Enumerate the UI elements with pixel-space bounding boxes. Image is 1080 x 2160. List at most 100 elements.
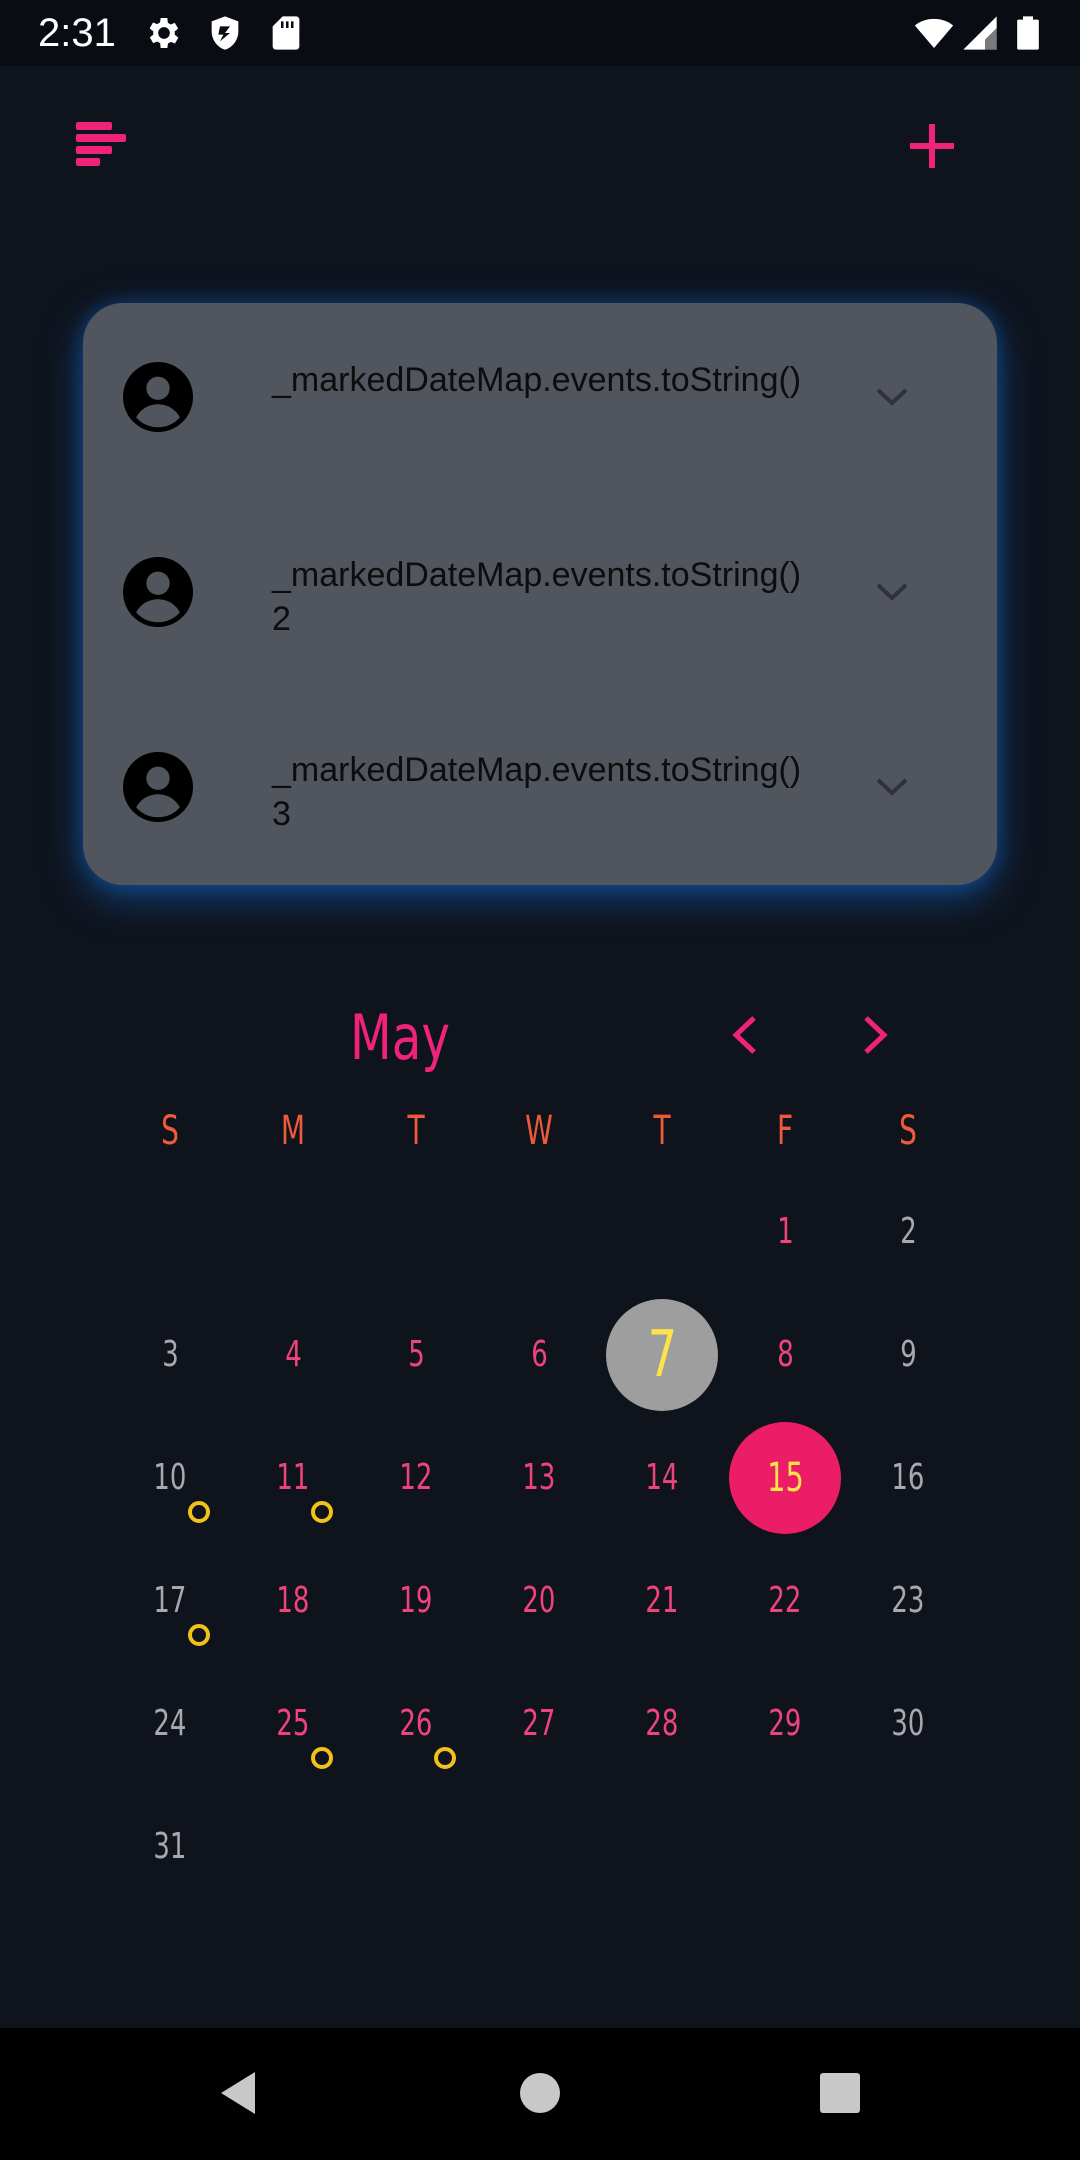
calendar-day[interactable]: 23	[847, 1540, 969, 1662]
status-bar: 2:31	[0, 0, 1080, 66]
calendar-day-number: 13	[522, 1457, 556, 1498]
calendar-day[interactable]: 31	[109, 1786, 231, 1908]
calendar-day[interactable]: 22	[724, 1540, 846, 1662]
weekday-label: S	[161, 1108, 179, 1154]
status-time: 2:31	[38, 11, 116, 55]
calendar-day-number: 15	[766, 1455, 804, 1501]
previous-month-icon[interactable]	[722, 1010, 768, 1060]
calendar-day-number: 1	[776, 1211, 794, 1252]
calendar-day-number: 24	[153, 1703, 187, 1744]
calendar-day-number: 5	[407, 1334, 425, 1375]
calendar-day[interactable]: 20	[478, 1540, 600, 1662]
events-card: _markedDateMap.events.toString() _marked…	[83, 303, 997, 885]
calendar-day-number: 9	[899, 1334, 917, 1375]
calendar-day-number: 17	[153, 1580, 187, 1621]
event-marker-dot	[311, 1747, 333, 1769]
chevron-down-icon[interactable]	[873, 577, 911, 607]
calendar-day-number: 3	[161, 1334, 179, 1375]
event-marker-dot	[311, 1501, 333, 1523]
event-item[interactable]: _markedDateMap.events.toString()3	[83, 720, 997, 880]
event-title: _markedDateMap.events.toString()3	[272, 751, 802, 833]
account-circle-icon	[123, 362, 193, 432]
calendar-day-number: 20	[522, 1580, 556, 1621]
calendar-day-number: 10	[153, 1457, 187, 1498]
weekday-label: W	[525, 1108, 553, 1154]
event-title: _markedDateMap.events.toString()	[272, 361, 802, 399]
calendar-day[interactable]: 29	[724, 1663, 846, 1785]
event-marker-dot	[188, 1624, 210, 1646]
calendar-day-number: 25	[276, 1703, 310, 1744]
signal-icon	[960, 13, 1000, 53]
calendar-day[interactable]: 6	[478, 1294, 600, 1416]
chevron-down-icon[interactable]	[873, 382, 911, 412]
back-icon[interactable]	[215, 2068, 265, 2118]
event-marker-dot	[434, 1747, 456, 1769]
calendar-day-number: 28	[645, 1703, 679, 1744]
calendar-day[interactable]: 18	[232, 1540, 354, 1662]
calendar-day-number: 4	[284, 1334, 302, 1375]
calendar-day[interactable]: 21	[601, 1540, 723, 1662]
weekday-label: M	[280, 1108, 306, 1154]
calendar-day-number: 7	[647, 1318, 677, 1392]
calendar-day[interactable]: 12	[355, 1417, 477, 1539]
calendar-day[interactable]: 17	[109, 1540, 231, 1662]
calendar-day[interactable]: 13	[478, 1417, 600, 1539]
next-month-icon[interactable]	[852, 1010, 898, 1060]
account-circle-icon	[123, 557, 193, 627]
battery-icon	[1008, 13, 1048, 53]
weekday-label: T	[407, 1108, 425, 1154]
calendar-day-number: 2	[899, 1211, 917, 1252]
calendar-day[interactable]: 19	[355, 1540, 477, 1662]
calendar-day-number: 6	[530, 1334, 548, 1375]
calendar-day-number: 14	[645, 1457, 679, 1498]
calendar-day[interactable]: 11	[232, 1417, 354, 1539]
calendar-day[interactable]: 25	[232, 1663, 354, 1785]
calendar-day[interactable]: 1	[724, 1171, 846, 1293]
calendar-day-number: 19	[399, 1580, 433, 1621]
plus-icon[interactable]	[900, 114, 964, 178]
calendar-day-number: 21	[645, 1580, 679, 1621]
calendar-day[interactable]: 5	[355, 1294, 477, 1416]
calendar-day-today[interactable]: 7	[606, 1299, 718, 1411]
calendar-day[interactable]: 24	[109, 1663, 231, 1785]
event-title: _markedDateMap.events.toString()2	[272, 556, 802, 638]
calendar-day-number: 30	[891, 1703, 925, 1744]
calendar-day-number: 11	[276, 1457, 310, 1498]
calendar-day[interactable]: 9	[847, 1294, 969, 1416]
calendar-day-number: 12	[399, 1457, 433, 1498]
calendar-day[interactable]: 16	[847, 1417, 969, 1539]
calendar-day-selected[interactable]: 15	[729, 1422, 841, 1534]
event-item[interactable]: _markedDateMap.events.toString()2	[83, 525, 997, 685]
calendar-day-number: 26	[399, 1703, 433, 1744]
calendar-day[interactable]: 10	[109, 1417, 231, 1539]
screen: 2:31 _markedDateMap.events.toString() _m…	[0, 0, 1080, 2160]
calendar-day-number: 8	[776, 1334, 794, 1375]
chevron-down-icon[interactable]	[873, 772, 911, 802]
calendar-day[interactable]: 8	[724, 1294, 846, 1416]
calendar-day[interactable]: 4	[232, 1294, 354, 1416]
event-marker-dot	[188, 1501, 210, 1523]
sort-menu-icon[interactable]	[70, 116, 130, 172]
calendar-day[interactable]: 30	[847, 1663, 969, 1785]
calendar-day[interactable]: 27	[478, 1663, 600, 1785]
weekday-label: S	[899, 1108, 917, 1154]
calendar-day[interactable]: 3	[109, 1294, 231, 1416]
navigation-bar	[0, 2028, 1080, 2160]
account-circle-icon	[123, 752, 193, 822]
gear-icon	[144, 13, 184, 53]
calendar-day-number: 23	[891, 1580, 925, 1621]
event-item[interactable]: _markedDateMap.events.toString()	[83, 330, 997, 490]
shield-icon	[205, 13, 245, 53]
calendar-day-number: 18	[276, 1580, 310, 1621]
home-icon[interactable]	[515, 2068, 565, 2118]
calendar-day[interactable]: 14	[601, 1417, 723, 1539]
calendar-day[interactable]: 2	[847, 1171, 969, 1293]
calendar-day-number: 22	[768, 1580, 802, 1621]
calendar-day-number: 31	[153, 1826, 187, 1867]
month-title: May	[350, 1001, 450, 1074]
calendar-day-number: 29	[768, 1703, 802, 1744]
wifi-icon	[914, 13, 954, 53]
calendar-day[interactable]: 28	[601, 1663, 723, 1785]
calendar-day[interactable]: 26	[355, 1663, 477, 1785]
recents-icon[interactable]	[815, 2068, 865, 2118]
